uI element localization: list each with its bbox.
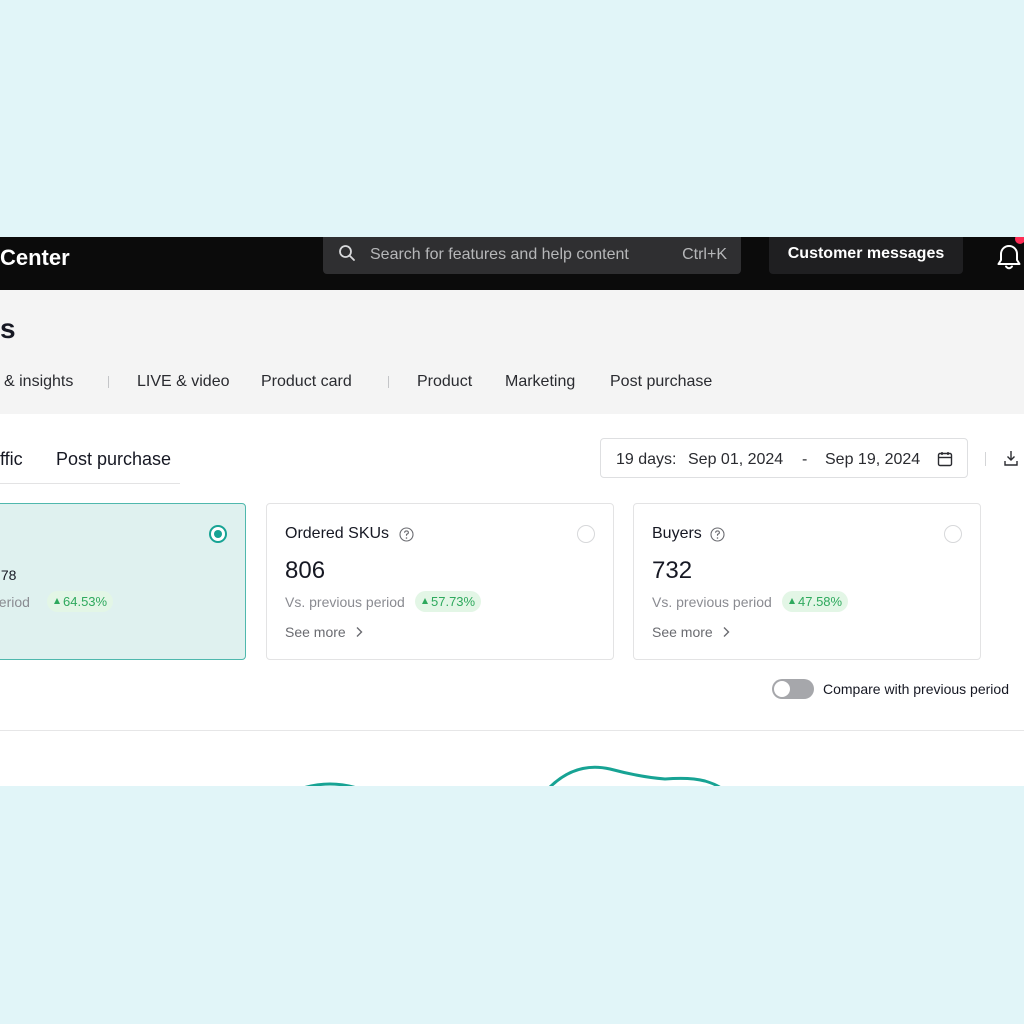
notification-badge xyxy=(1015,237,1024,244)
card-value: 806 xyxy=(285,557,326,584)
customer-messages-button[interactable]: Customer messages xyxy=(769,237,963,274)
card-radio-selected[interactable] xyxy=(209,525,227,543)
trend-chart xyxy=(304,765,721,786)
compare-toggle[interactable] xyxy=(772,679,814,699)
help-icon[interactable] xyxy=(710,527,725,542)
toolbar-divider xyxy=(985,452,986,466)
nav-item-product-card[interactable]: Product card xyxy=(261,370,352,394)
trend-line xyxy=(304,765,721,786)
analytics-screenshot: Center Search for features and help cont… xyxy=(0,237,1024,786)
download-icon[interactable] xyxy=(1003,449,1019,467)
date-range-picker[interactable]: 19 days: Sep 01, 2024 - Sep 19, 2024 xyxy=(600,438,968,478)
card-vs-label: Vs. previous period xyxy=(285,594,405,610)
calendar-icon xyxy=(937,452,953,467)
chevron-right-icon[interactable] xyxy=(354,626,364,638)
card-title: Ordered SKUs xyxy=(285,525,390,542)
metric-card-ordered-skus[interactable]: Ordered SKUs 806 Vs. previous period 57.… xyxy=(266,503,614,660)
date-end[interactable]: Sep 19, 2024 xyxy=(825,450,920,470)
card-radio[interactable] xyxy=(944,525,962,543)
nav-divider xyxy=(108,376,109,388)
date-separator: - xyxy=(802,451,808,468)
change-badge: 64.53% xyxy=(47,591,114,612)
card-vs-label: period xyxy=(0,594,30,610)
chevron-right-icon[interactable] xyxy=(721,626,731,638)
date-start[interactable]: Sep 01, 2024 xyxy=(688,450,783,470)
page-header: s & insights LIVE & video Product card P… xyxy=(0,290,1024,414)
nav-item-insights[interactable]: & insights xyxy=(4,370,73,394)
card-value: .78 xyxy=(0,567,17,583)
card-radio[interactable] xyxy=(577,525,595,543)
toggle-knob xyxy=(774,681,790,697)
see-more-link[interactable]: See more xyxy=(285,623,346,641)
tabs-underline xyxy=(0,483,180,484)
nav-item-marketing[interactable]: Marketing xyxy=(505,370,575,394)
help-icon[interactable] xyxy=(399,527,414,542)
change-value: 47.58% xyxy=(798,594,843,609)
search-shortcut: Ctrl+K xyxy=(682,246,727,263)
search-placeholder: Search for features and help content xyxy=(370,246,629,263)
tab-traffic[interactable]: ffic xyxy=(0,448,23,470)
card-value: 732 xyxy=(652,557,693,584)
page-title: s xyxy=(0,313,16,344)
change-badge: 57.73% xyxy=(415,591,482,612)
up-arrow-icon xyxy=(54,598,60,604)
metric-card-buyers[interactable]: Buyers 732 Vs. previous period 47.58% Se… xyxy=(633,503,981,660)
search-bar[interactable]: Search for features and help content Ctr… xyxy=(323,237,741,274)
date-range-label: 19 days: xyxy=(616,451,677,468)
nav-item-post-purchase[interactable]: Post purchase xyxy=(610,370,712,394)
nav-item-live-video[interactable]: LIVE & video xyxy=(137,370,230,394)
change-badge: 47.58% xyxy=(782,591,849,612)
brand-title: Center xyxy=(0,245,70,270)
card-title: Buyers xyxy=(652,525,702,542)
up-arrow-icon xyxy=(422,598,428,604)
search-icon xyxy=(339,245,355,261)
change-value: 64.53% xyxy=(63,594,108,609)
nav-item-product[interactable]: Product xyxy=(417,370,472,394)
nav-divider xyxy=(388,376,389,388)
up-arrow-icon xyxy=(789,598,795,604)
metric-card-selected[interactable]: .78 period 64.53% xyxy=(0,503,246,660)
compare-label: Compare with previous period xyxy=(823,681,1009,697)
change-value: 57.73% xyxy=(431,594,476,609)
bell-icon[interactable] xyxy=(996,243,1022,271)
card-vs-label: Vs. previous period xyxy=(652,594,772,610)
top-bar: Center Search for features and help cont… xyxy=(0,237,1024,290)
see-more-link[interactable]: See more xyxy=(652,623,713,641)
tab-post-purchase[interactable]: Post purchase xyxy=(56,448,171,470)
